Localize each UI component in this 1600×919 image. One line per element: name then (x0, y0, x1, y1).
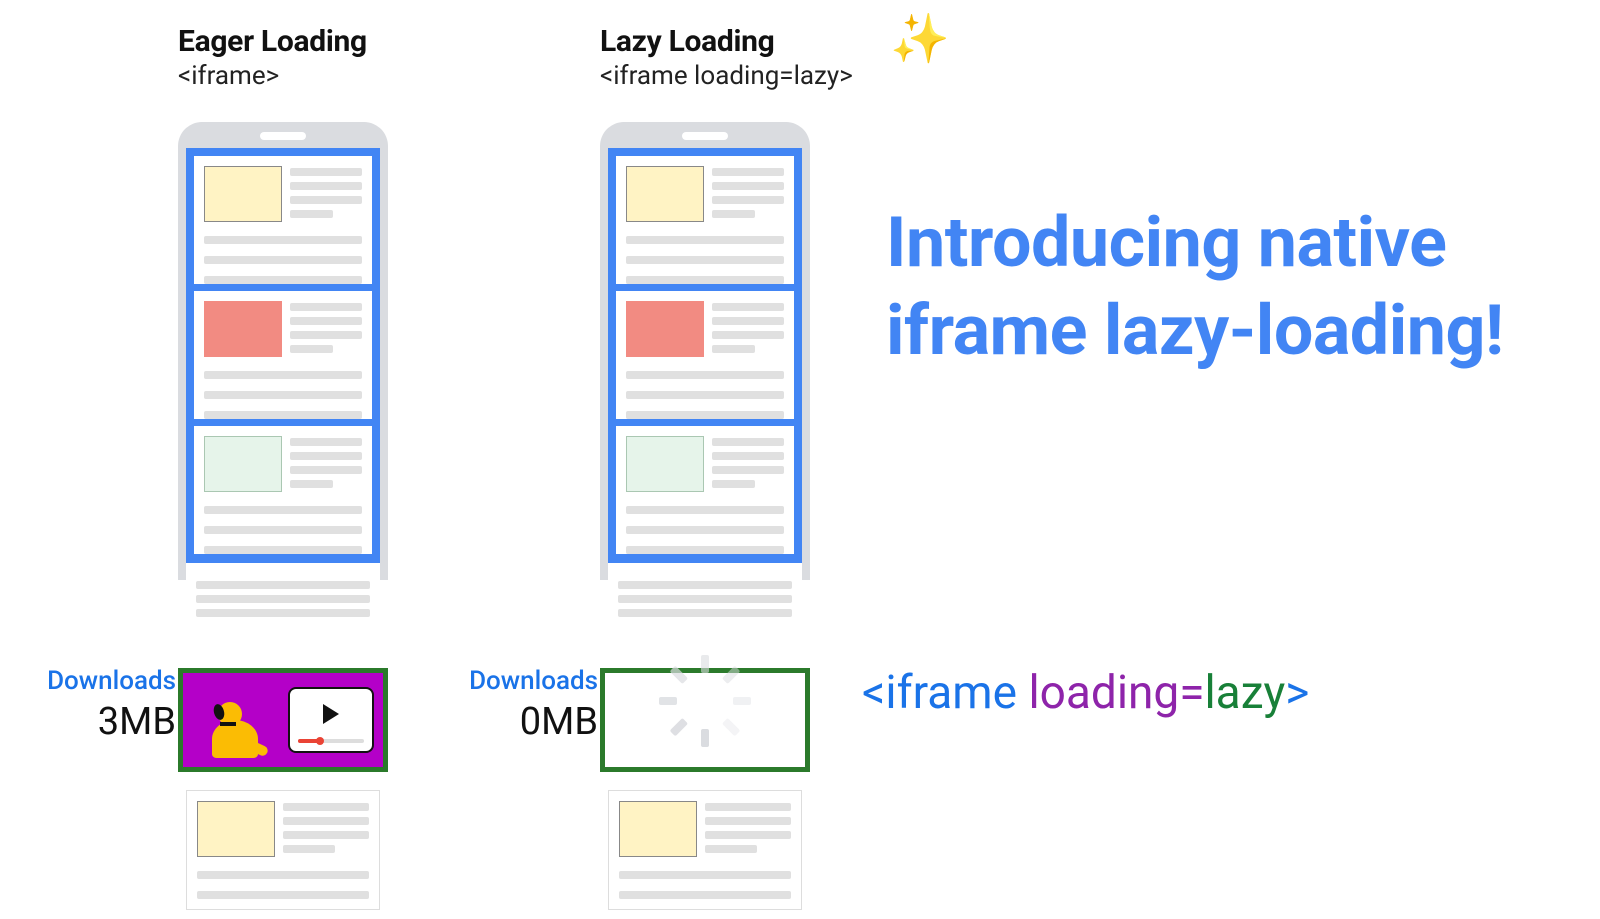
video-player-icon (288, 687, 374, 753)
overflow-card (608, 563, 802, 653)
iframe-loaded-tile (178, 668, 388, 772)
thumbnail-icon (204, 166, 282, 222)
thumbnail-icon (204, 436, 282, 492)
phone-viewport (608, 148, 802, 580)
eager-downloads: Downloads 3MB (18, 666, 176, 744)
lazy-downloads: Downloads 0MB (412, 666, 598, 744)
thumbnail-icon (619, 801, 697, 857)
downloads-label: Downloads (412, 666, 598, 696)
downloads-value: 3MB (18, 700, 176, 744)
code-token-eq: = (1179, 666, 1204, 720)
downloads-label: Downloads (18, 666, 176, 696)
thumbnail-icon (197, 801, 275, 857)
eager-title: Eager Loading (178, 24, 367, 59)
eager-subtitle: <iframe> (178, 61, 367, 91)
thumbnail-icon (626, 436, 704, 492)
dog-icon (192, 682, 278, 758)
code-token-tag: iframe (885, 666, 1017, 720)
overflow-card (186, 563, 380, 653)
thumbnail-icon (626, 166, 704, 222)
thumbnail-icon (626, 301, 704, 357)
thumbnail-icon (204, 301, 282, 357)
phone-speaker (682, 132, 728, 140)
lazy-title: Lazy Loading (600, 24, 853, 59)
code-token-value: lazy (1205, 666, 1286, 720)
content-card (194, 426, 372, 554)
phone-lazy (600, 122, 810, 580)
content-card (186, 790, 380, 910)
content-card (616, 426, 794, 554)
lazy-heading: Lazy Loading <iframe loading=lazy> (600, 24, 853, 91)
eager-heading: Eager Loading <iframe> (178, 24, 367, 91)
content-card (194, 156, 372, 284)
phone-viewport (186, 148, 380, 580)
content-card (616, 156, 794, 284)
code-snippet: <iframe loading=lazy> (862, 666, 1309, 720)
content-card (608, 790, 802, 910)
loading-spinner-icon (677, 692, 733, 748)
diagram-stage: Eager Loading <iframe> Lazy Loading <ifr… (0, 0, 1600, 919)
iframe-placeholder-tile (600, 668, 810, 772)
code-token-attr: loading (1028, 666, 1179, 720)
sparkles-icon: ✨ (890, 10, 950, 67)
code-token-space (1017, 666, 1028, 720)
content-card (194, 291, 372, 419)
headline: Introducing native iframe lazy-loading! (886, 200, 1560, 375)
content-card (616, 291, 794, 419)
phone-eager (178, 122, 388, 580)
lazy-subtitle: <iframe loading=lazy> (600, 61, 853, 91)
downloads-value: 0MB (412, 700, 598, 744)
phone-speaker (260, 132, 306, 140)
code-token-bracket: > (1285, 666, 1309, 720)
code-token-bracket: < (862, 666, 885, 720)
